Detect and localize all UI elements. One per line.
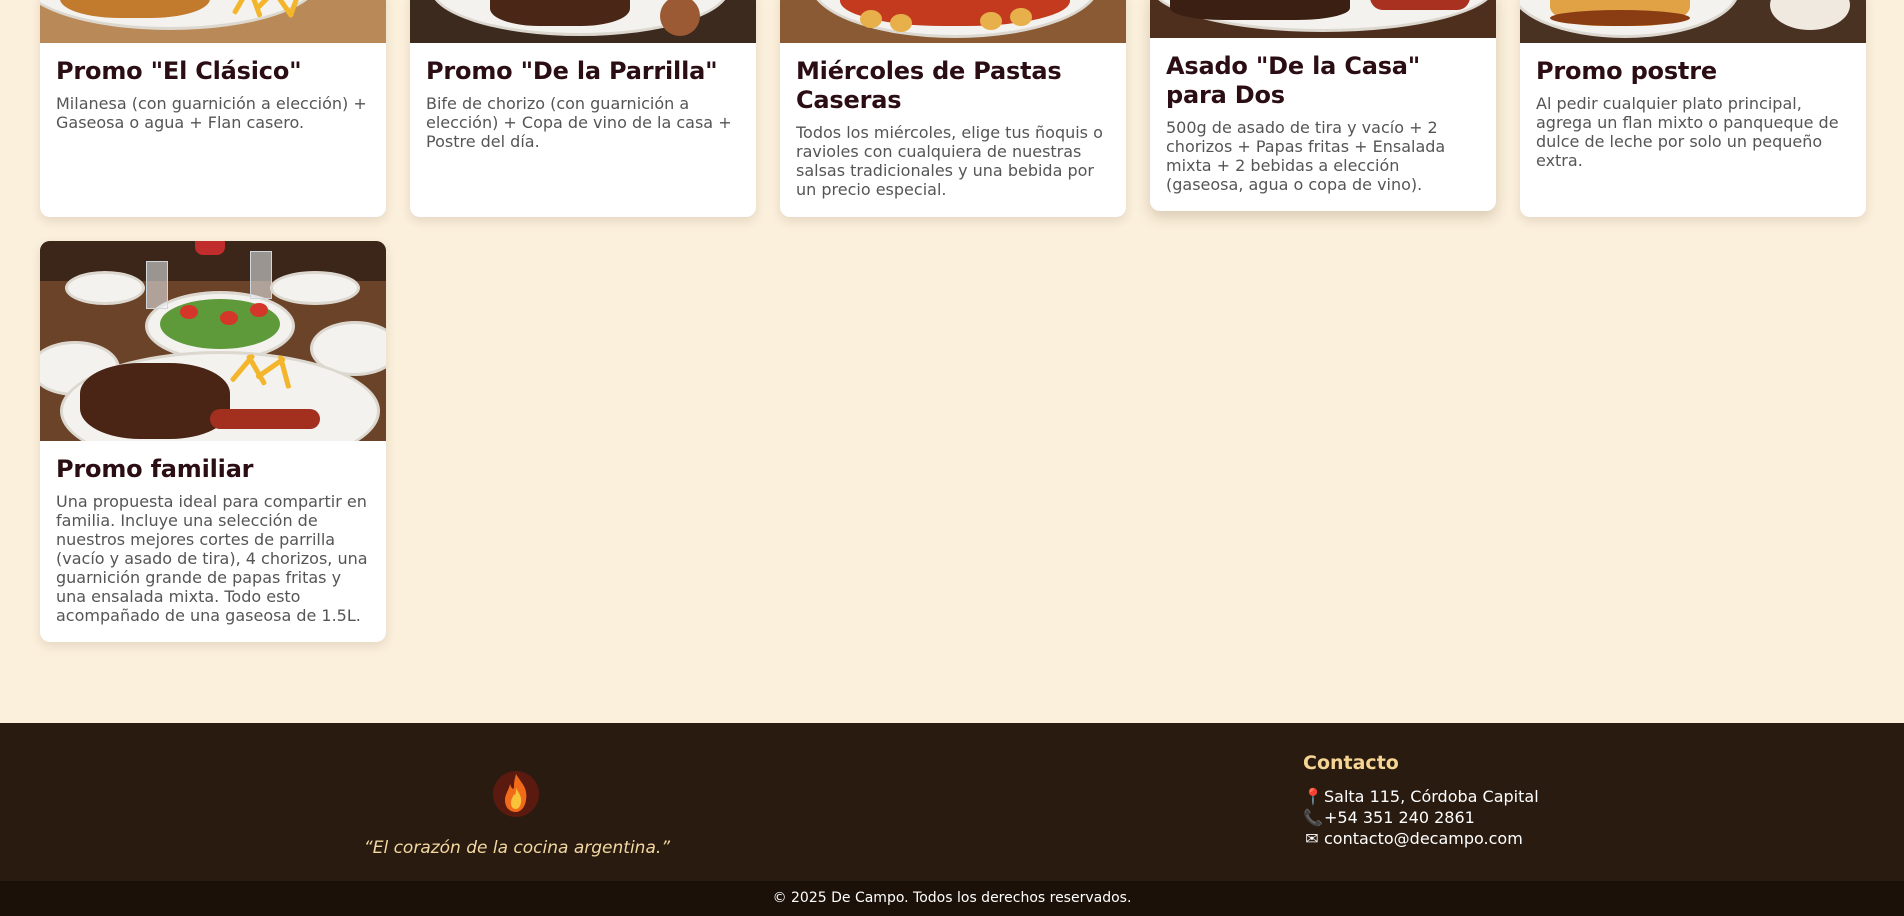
promo-description: Una propuesta ideal para compartir en fa… — [56, 492, 368, 625]
promo-description: Bife de chorizo (con guarnición a elecci… — [426, 94, 732, 151]
promo-image-flan — [1520, 0, 1866, 43]
contact-phone-text[interactable]: +54 351 240 2861 — [1324, 808, 1475, 827]
promo-card-familiar[interactable]: Promo familiar Una propuesta ideal para … — [40, 241, 386, 642]
promo-title: Asado "De la Casa" para Dos — [1166, 52, 1421, 109]
location-pin-icon: 📍 — [1303, 787, 1323, 806]
promo-image-familiar — [40, 241, 386, 441]
promo-title: Promo "De la Parrilla" — [426, 57, 718, 85]
promo-title: Promo "El Clásico" — [56, 57, 302, 85]
promo-card-parrilla[interactable]: Promo "De la Parrilla" Bife de chorizo (… — [410, 0, 756, 217]
promo-image-milanesa — [40, 0, 386, 43]
flame-icon — [492, 768, 540, 820]
promo-image-pastas — [780, 0, 1126, 43]
contact-email[interactable]: ✉ contacto@decampo.com — [1303, 829, 1523, 849]
promo-title: Promo familiar — [56, 455, 254, 483]
promo-card-asado[interactable]: Asado "De la Casa" para Dos 500g de asad… — [1150, 0, 1496, 211]
promo-card-postre[interactable]: Promo postre Al pedir cualquier plato pr… — [1520, 0, 1866, 217]
copyright-bar: © 2025 De Campo. Todos los derechos rese… — [0, 881, 1904, 916]
contact-address: 📍Salta 115, Córdoba Capital — [1303, 787, 1539, 807]
promo-card-pastas[interactable]: Miércoles de Pastas Caseras Todos los mi… — [780, 0, 1126, 217]
contact-phone[interactable]: 📞+54 351 240 2861 — [1303, 808, 1475, 828]
site-footer — [0, 723, 1904, 881]
promo-title: Miércoles de Pastas Caseras — [796, 57, 1062, 114]
contact-email-text[interactable]: contacto@decampo.com — [1324, 829, 1523, 848]
promo-title: Promo postre — [1536, 57, 1717, 85]
contact-heading: Contacto — [1303, 752, 1399, 774]
contact-address-text: Salta 115, Córdoba Capital — [1324, 787, 1539, 806]
copyright-text: © 2025 De Campo. Todos los derechos rese… — [772, 890, 1132, 906]
footer-slogan: “El corazón de la cocina argentina.” — [363, 838, 671, 858]
promo-description: Milanesa (con guarnición a elección) + G… — [56, 94, 367, 132]
promo-card-clasico[interactable]: Promo "El Clásico" Milanesa (con guarnic… — [40, 0, 386, 217]
promo-image-bife — [410, 0, 756, 43]
promo-image-asado — [1150, 0, 1496, 38]
promo-description: Al pedir cualquier plato principal, agre… — [1536, 94, 1839, 170]
promo-description: Todos los miércoles, elige tus ñoquis o … — [796, 123, 1103, 199]
phone-icon: 📞 — [1303, 808, 1323, 827]
envelope-icon: ✉ — [1305, 829, 1319, 848]
promo-description: 500g de asado de tira y vacío + 2 choriz… — [1166, 118, 1446, 194]
